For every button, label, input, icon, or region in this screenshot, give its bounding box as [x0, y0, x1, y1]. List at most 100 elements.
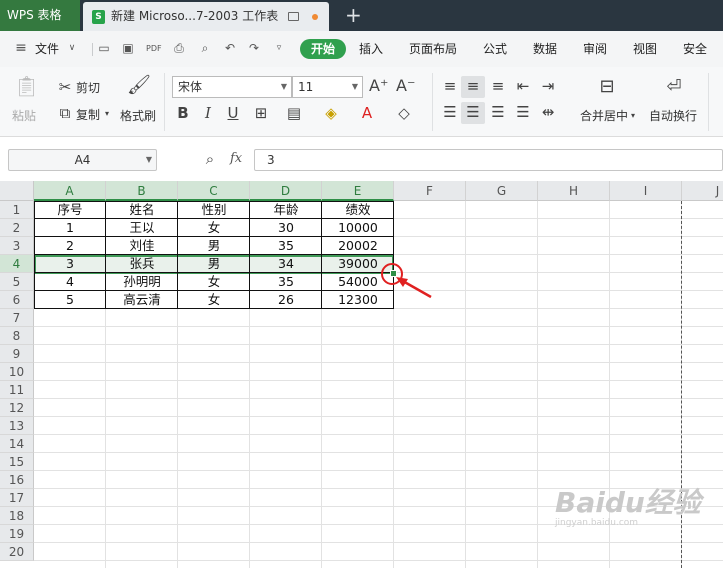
- copy-dropdown-icon[interactable]: ▾: [103, 105, 111, 123]
- indent-increase-icon[interactable]: ⇥: [540, 77, 556, 95]
- print-preview-icon[interactable]: ⌕: [198, 42, 212, 55]
- table-cell[interactable]: 2: [34, 237, 106, 255]
- column-header-h[interactable]: H: [538, 181, 610, 201]
- column-header-d[interactable]: D: [250, 181, 322, 201]
- zoom-icon[interactable]: ⌕: [202, 150, 218, 168]
- tab-home[interactable]: 开始: [300, 39, 347, 59]
- table-cell[interactable]: 5: [34, 291, 106, 309]
- row-header-17[interactable]: 17: [0, 489, 34, 507]
- merge-dropdown-icon[interactable]: ▾: [629, 107, 637, 125]
- spreadsheet-grid[interactable]: A B C D E F G H I J 1 2 3 4 5 6 7 8 9 10 11 12 13 14 15 16 17 18 19 2…: [0, 181, 723, 568]
- wrap-text-button[interactable]: 自动换行: [649, 107, 697, 124]
- align-bottom-icon[interactable]: ≡: [490, 77, 506, 95]
- tab-review[interactable]: 审阅: [583, 31, 607, 67]
- app-name-tab[interactable]: WPS 表格: [0, 0, 80, 31]
- row-header-9[interactable]: 9: [0, 345, 34, 363]
- row-header-16[interactable]: 16: [0, 471, 34, 489]
- italic-icon[interactable]: I: [201, 104, 215, 122]
- row-header-12[interactable]: 12: [0, 399, 34, 417]
- print-icon[interactable]: ⎙: [172, 42, 186, 55]
- header-cell[interactable]: 年龄: [250, 201, 322, 219]
- copy-button[interactable]: 复制: [76, 106, 100, 123]
- column-header-e[interactable]: E: [322, 181, 394, 201]
- row-header-14[interactable]: 14: [0, 435, 34, 453]
- row-header-18[interactable]: 18: [0, 507, 34, 525]
- format-painter-icon[interactable]: 🖌︎: [127, 76, 151, 95]
- table-cell[interactable]: 女: [178, 219, 250, 237]
- distributed-icon[interactable]: ⇹: [540, 103, 556, 121]
- row-header-19[interactable]: 19: [0, 525, 34, 543]
- row-header-11[interactable]: 11: [0, 381, 34, 399]
- table-cell[interactable]: 女: [178, 273, 250, 291]
- new-tab-button[interactable]: +: [345, 3, 362, 27]
- table-cell[interactable]: 男: [178, 255, 250, 273]
- table-cell[interactable]: 女: [178, 291, 250, 309]
- align-right-icon[interactable]: ☰: [490, 103, 506, 121]
- cut-button[interactable]: 剪切: [76, 79, 100, 96]
- quick-access-dropdown-icon[interactable]: ▿: [272, 42, 286, 55]
- table-cell[interactable]: 12300: [322, 291, 394, 309]
- export-pdf-icon[interactable]: PDF: [146, 42, 162, 55]
- column-header-g[interactable]: G: [466, 181, 538, 201]
- table-cell[interactable]: 35: [250, 273, 322, 291]
- align-top-icon[interactable]: ≡: [442, 77, 458, 95]
- table-cell[interactable]: 高云清: [106, 291, 178, 309]
- decrease-font-icon[interactable]: A⁻: [396, 77, 415, 95]
- row-header-4[interactable]: 4: [0, 255, 34, 273]
- open-folder-icon[interactable]: ▭: [97, 42, 111, 55]
- tab-data[interactable]: 数据: [533, 31, 557, 67]
- row-header-10[interactable]: 10: [0, 363, 34, 381]
- tab-formulas[interactable]: 公式: [483, 31, 507, 67]
- save-icon[interactable]: ▣: [121, 42, 135, 55]
- row-header-8[interactable]: 8: [0, 327, 34, 345]
- table-cell[interactable]: 30: [250, 219, 322, 237]
- format-painter-button[interactable]: 格式刷: [120, 107, 156, 124]
- table-cell[interactable]: 3: [34, 255, 106, 273]
- tab-security[interactable]: 安全: [683, 31, 707, 67]
- table-cell[interactable]: 4: [34, 273, 106, 291]
- unsaved-dot-icon[interactable]: [312, 14, 318, 20]
- row-header-6[interactable]: 6: [0, 291, 34, 309]
- header-cell[interactable]: 性别: [178, 201, 250, 219]
- formula-input[interactable]: 3: [254, 149, 723, 171]
- column-header-b[interactable]: B: [106, 181, 178, 201]
- borders-icon[interactable]: ⊞: [253, 104, 269, 122]
- paste-button[interactable]: 粘贴: [12, 107, 36, 124]
- align-center-icon[interactable]: ☰: [465, 103, 481, 121]
- table-cell[interactable]: 王以: [106, 219, 178, 237]
- header-cell[interactable]: 绩效: [322, 201, 394, 219]
- tab-page-layout[interactable]: 页面布局: [409, 31, 457, 67]
- hamburger-menu-icon[interactable]: ≡: [14, 41, 28, 55]
- column-header-i[interactable]: I: [610, 181, 682, 201]
- font-name-select[interactable]: 宋体 ▼: [172, 76, 292, 98]
- cell-style-icon[interactable]: ▤: [286, 104, 302, 122]
- fx-button[interactable]: fx: [230, 151, 242, 166]
- column-header-c[interactable]: C: [178, 181, 250, 201]
- table-cell[interactable]: 1: [34, 219, 106, 237]
- align-middle-icon[interactable]: ≡: [465, 77, 481, 95]
- header-cell[interactable]: 序号: [34, 201, 106, 219]
- select-all-corner[interactable]: [0, 181, 34, 201]
- row-header-7[interactable]: 7: [0, 309, 34, 327]
- header-cell[interactable]: 姓名: [106, 201, 178, 219]
- redo-icon[interactable]: ↷: [247, 42, 261, 55]
- row-header-3[interactable]: 3: [0, 237, 34, 255]
- tab-view[interactable]: 视图: [633, 31, 657, 67]
- row-header-1[interactable]: 1: [0, 201, 34, 219]
- row-header-20[interactable]: 20: [0, 543, 34, 561]
- table-cell[interactable]: 34: [250, 255, 322, 273]
- align-left-icon[interactable]: ☰: [442, 103, 458, 121]
- table-cell[interactable]: 20002: [322, 237, 394, 255]
- chevron-down-icon[interactable]: ∨: [65, 42, 79, 55]
- indent-decrease-icon[interactable]: ⇤: [515, 77, 531, 95]
- scissors-icon[interactable]: ✂: [57, 78, 73, 96]
- wrap-text-icon[interactable]: ⏎: [662, 78, 686, 96]
- row-header-2[interactable]: 2: [0, 219, 34, 237]
- justify-icon[interactable]: ☰: [515, 103, 531, 121]
- column-header-f[interactable]: F: [394, 181, 466, 201]
- column-header-a[interactable]: A: [34, 181, 106, 201]
- merge-center-button[interactable]: 合并居中: [580, 107, 628, 124]
- fill-color-icon[interactable]: ◈: [323, 104, 339, 122]
- file-menu[interactable]: 文件: [35, 31, 59, 67]
- tab-insert[interactable]: 插入: [359, 31, 383, 67]
